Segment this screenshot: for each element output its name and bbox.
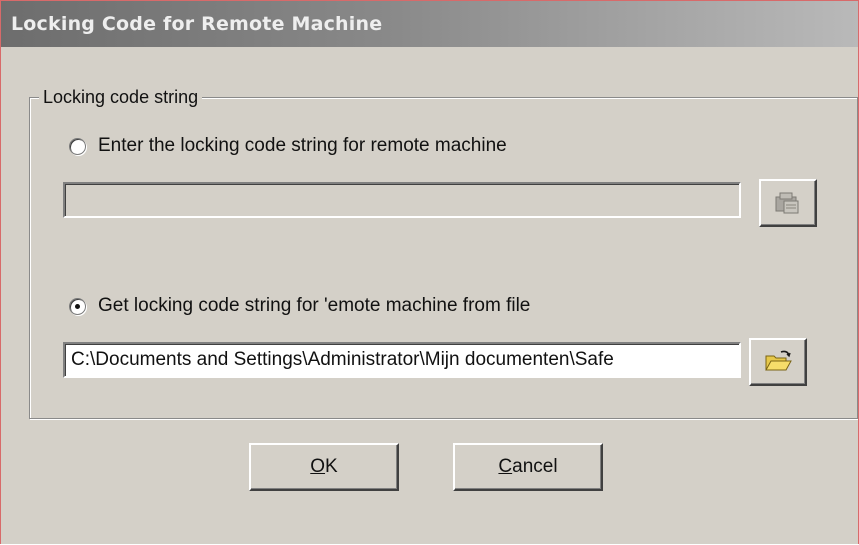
title-bar[interactable]: Locking Code for Remote Machine [1,1,858,47]
file-path-input[interactable]: C:\Documents and Settings\Administrator\… [63,342,741,378]
cancel-button-label: ancel [512,456,558,477]
cancel-button-accelerator: C [498,456,513,477]
radio-from-file-indicator[interactable] [69,297,86,315]
radio-from-file-label: Get locking code string for 'emote machi… [98,295,531,316]
ok-button-label: K [325,456,338,477]
open-folder-icon [765,350,792,371]
paste-button[interactable] [759,179,817,227]
radio-from-file[interactable]: Get locking code string for 'emote machi… [69,295,530,317]
ok-button-accelerator: O [310,456,326,477]
dialog-window: Locking Code for Remote Machine Locking … [0,0,859,544]
radio-enter-manually[interactable]: Enter the locking code string for remote… [69,135,507,157]
window-title: Locking Code for Remote Machine [11,13,383,35]
cancel-button[interactable]: Cancel [453,443,603,491]
locking-code-string-field[interactable] [63,182,741,218]
browse-file-button[interactable] [749,338,807,386]
paste-icon [775,192,799,214]
groupbox-legend: Locking code string [39,87,203,108]
ok-button[interactable]: OK [249,443,399,491]
radio-enter-manually-label: Enter the locking code string for remote… [98,135,507,156]
radio-enter-manually-indicator[interactable] [69,137,86,155]
